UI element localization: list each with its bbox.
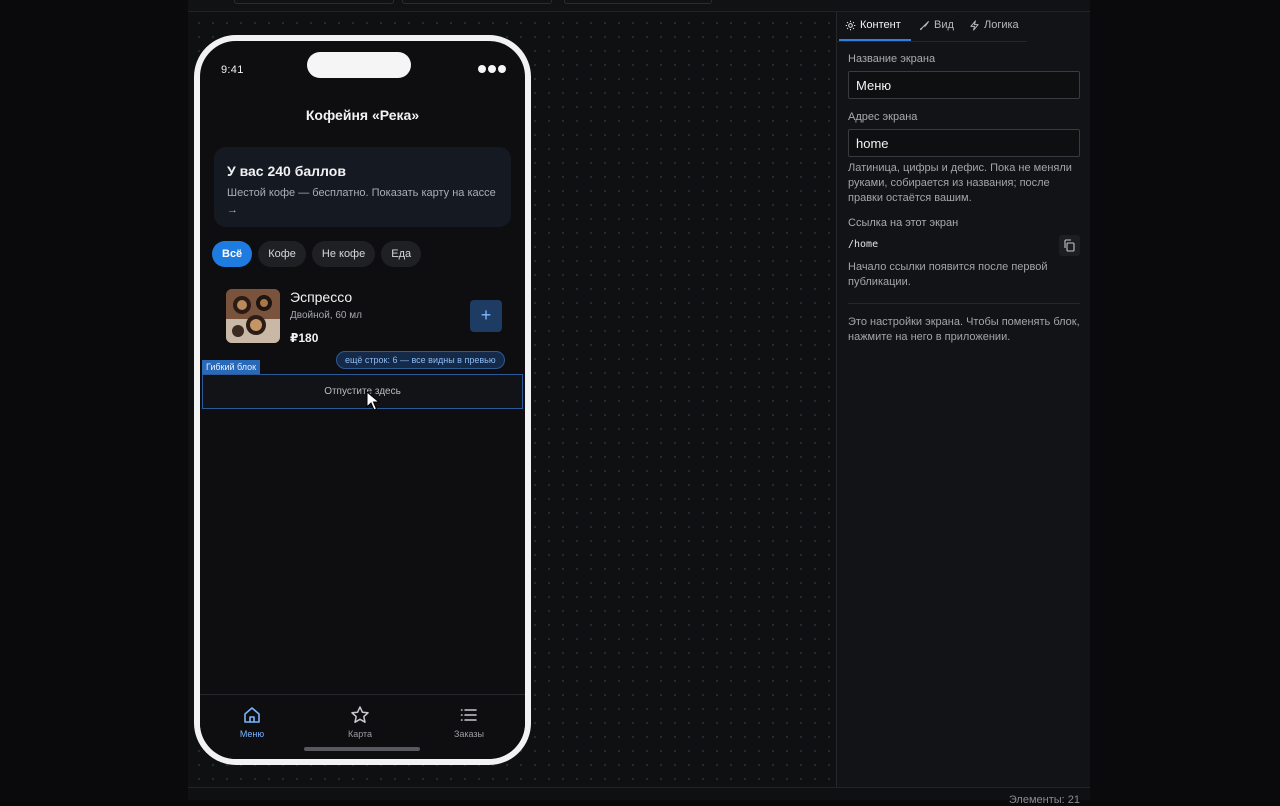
- screen-link-label: Ссылка на этот экран: [848, 217, 959, 229]
- tab-logic[interactable]: Логика: [969, 19, 1019, 41]
- product-row[interactable]: Эспрессо Двойной, 60 мл ₽180 +: [226, 288, 506, 348]
- screen-name-label: Название экрана: [848, 53, 936, 65]
- tab-content[interactable]: Контент: [845, 19, 901, 41]
- tab-logic-label: Логика: [984, 19, 1019, 31]
- settings-note: Это настройки экрана. Чтобы поменять бло…: [848, 316, 1080, 343]
- drop-zone[interactable]: Отпустите здесь: [202, 374, 523, 409]
- screen-address-input[interactable]: [848, 129, 1080, 157]
- tab-content-label: Контент: [860, 19, 901, 31]
- app-title: Кофейня «Река»: [305, 107, 420, 123]
- element-count: Элементы: 21: [1008, 794, 1080, 806]
- loyalty-title: У вас 240 баллов: [227, 163, 346, 179]
- tab-view-label: Вид: [934, 19, 954, 31]
- category-chips: Всё Кофе Не кофе Еда: [212, 241, 422, 267]
- chip-all[interactable]: Всё: [212, 241, 253, 267]
- copy-icon: [1064, 239, 1075, 252]
- loyalty-card[interactable]: У вас 240 баллов Шестой кофе — бесплатно…: [214, 147, 511, 227]
- phone-preview: 9:41 Кофейня «Река» У вас 240 баллов Шес…: [194, 35, 531, 765]
- inspector-panel: Контент Вид Логика Название экрана Адрес…: [836, 12, 1090, 787]
- status-bar: Элементы: 21: [188, 787, 1090, 806]
- more-rows-badge: ещё строк: 6 — все видны в превью: [336, 351, 505, 369]
- top-toolbar: [188, 0, 1090, 12]
- address-help-text: Латиница, цифры и дефис. Пока не меняли …: [848, 162, 1072, 204]
- status-time: 9:41: [221, 64, 244, 76]
- tab-orders-label: Заказы: [453, 729, 485, 739]
- star-icon: [350, 705, 370, 725]
- chip-coffee[interactable]: Кофе: [258, 241, 306, 267]
- list-icon: [459, 705, 479, 725]
- tab-map-label: Карта: [347, 729, 373, 739]
- outer-frame-left: [0, 0, 188, 800]
- tab-orders[interactable]: Заказы: [429, 705, 509, 739]
- screen-address-label: Адрес экрана: [848, 111, 918, 123]
- bolt-icon: [970, 20, 979, 31]
- product-image: [226, 289, 280, 343]
- dynamic-island: [307, 52, 411, 78]
- product-name: Эспрессо: [290, 289, 353, 305]
- bottom-tab-bar: Меню Карта Заказы: [200, 694, 525, 759]
- more-dots-icon: [478, 65, 506, 73]
- link-help-text: Начало ссылки появится после первой публ…: [848, 261, 1048, 288]
- mouse-cursor-icon: [366, 390, 381, 416]
- brush-icon: [919, 21, 930, 31]
- panel-divider: [848, 303, 1080, 304]
- copy-link-button[interactable]: [1059, 235, 1080, 256]
- product-price: ₽180: [290, 331, 319, 345]
- toolbar-control[interactable]: [234, 0, 394, 4]
- home-icon: [242, 705, 262, 725]
- toolbar-control[interactable]: [402, 0, 552, 4]
- tab-view[interactable]: Вид: [919, 19, 954, 41]
- chip-food[interactable]: Еда: [381, 241, 422, 267]
- chip-not-coffee[interactable]: Не кофе: [311, 241, 376, 267]
- flex-block-label: Гибкий блок: [202, 360, 261, 374]
- home-indicator: [304, 747, 420, 751]
- outer-frame-right: [1090, 0, 1280, 800]
- screen-name-input[interactable]: [848, 71, 1080, 99]
- toolbar-control[interactable]: [564, 0, 712, 4]
- loyalty-text: Шестой кофе — бесплатно. Показать карту …: [227, 187, 496, 216]
- tab-map[interactable]: Карта: [320, 705, 400, 739]
- inspector-tabs: Контент Вид Логика: [837, 12, 1091, 42]
- tab-menu[interactable]: Меню: [212, 705, 292, 739]
- active-tab-indicator: [839, 39, 911, 41]
- product-description: Двойной, 60 мл: [290, 310, 362, 321]
- add-to-cart-button[interactable]: +: [470, 300, 502, 332]
- tabs-divider: [837, 41, 1027, 42]
- tab-menu-label: Меню: [239, 729, 265, 739]
- screen-link-value: /home: [848, 239, 879, 250]
- gear-icon: [845, 20, 856, 31]
